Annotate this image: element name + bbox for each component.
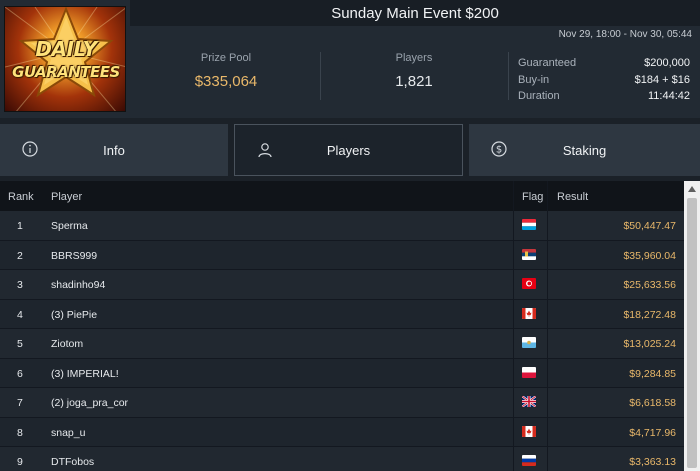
table-row[interactable]: 7 (2) joga_pra_cor $6,618.58 — [0, 388, 684, 418]
table-row[interactable]: 8 snap_u $4,717.96 — [0, 417, 684, 447]
divider — [320, 52, 321, 100]
rank-cell: 1 — [17, 220, 23, 232]
table-row[interactable]: 6 (3) IMPERIAL! $9,284.85 — [0, 358, 684, 388]
result-cell: $13,025.24 — [623, 338, 676, 350]
player-name-cell: Ziotom — [51, 338, 84, 350]
result-cell: $6,618.58 — [629, 397, 676, 409]
table-row[interactable]: 9 DTFobos $3,363.13 — [0, 447, 684, 471]
player-name-cell: (3) PiePie — [51, 308, 98, 321]
table-row[interactable]: 5 Ziotom $13,025.24 — [0, 329, 684, 359]
tournament-header: DAILY GUARANTEES Sunday Main Event $200 … — [0, 0, 700, 118]
poland-flag-icon — [522, 366, 536, 378]
players-table: Rank Player Flag Result 1 Sperma $50,447.4… — [0, 181, 700, 471]
rank-cell: 4 — [17, 308, 23, 321]
russia-flag-icon — [522, 455, 536, 466]
header-result: Result — [557, 191, 589, 203]
table-row[interactable]: 4 (3) PiePie $18,272.48 — [0, 299, 684, 329]
dollar-icon: $ — [491, 141, 507, 157]
player-name-cell: snap_u — [51, 426, 86, 439]
canada-flag-icon — [522, 425, 536, 437]
result-cell: $9,284.85 — [629, 367, 676, 380]
daily-guarantees-logo: DAILY GUARANTEES — [4, 6, 126, 112]
rank-cell: 6 — [17, 367, 23, 380]
player-name-cell: BBRS999 — [51, 249, 98, 262]
result-cell: $25,633.56 — [623, 279, 676, 291]
players-value: 1,821 — [395, 73, 433, 90]
column-divider — [513, 181, 514, 471]
rank-cell: 2 — [17, 249, 23, 262]
player-name-cell: Sperma — [51, 220, 88, 232]
column-divider — [547, 181, 548, 471]
result-cell: $3,363.13 — [629, 456, 676, 468]
table-row[interactable]: 1 Sperma $50,447.47 — [0, 211, 684, 241]
title-bar: Sunday Main Event $200 — [130, 0, 700, 26]
table-header: Rank Player Flag Result — [0, 181, 684, 211]
duration-value: 11:44:42 — [647, 90, 690, 102]
rank-cell: 8 — [17, 426, 23, 439]
prize-pool-stat: Prize Pool $335,064 — [136, 52, 316, 90]
guaranteed-label: Guaranteed — [518, 57, 577, 69]
vertical-scrollbar[interactable] — [684, 181, 700, 471]
duration-row: Duration 11:44:42 — [518, 90, 690, 107]
players-label: Players — [395, 52, 433, 64]
result-cell: $18,272.48 — [623, 308, 676, 321]
result-cell: $50,447.47 — [623, 220, 676, 232]
info-icon — [22, 141, 38, 157]
tab-bar: Info Players $ Staking — [0, 124, 700, 176]
tab-info-label: Info — [103, 142, 125, 158]
rank-cell: 3 — [17, 279, 23, 291]
scroll-up-arrow-icon[interactable] — [684, 181, 700, 197]
date-range: Nov 29, 18:00 - Nov 30, 05:44 — [558, 29, 692, 40]
tab-players-label: Players — [326, 142, 371, 158]
result-cell: $35,960.04 — [623, 249, 676, 262]
luxembourg-flag-icon — [522, 219, 536, 230]
player-name-cell: (3) IMPERIAL! — [51, 367, 119, 380]
serbia-flag-icon — [522, 248, 536, 260]
tunisia-flag-icon — [522, 278, 536, 289]
page-title: Sunday Main Event $200 — [331, 5, 499, 22]
rank-cell: 9 — [17, 456, 23, 468]
buyin-row: Buy-in $184 + $16 — [518, 74, 690, 91]
tab-staking-label: Staking — [562, 142, 607, 158]
uk-flag-icon — [522, 396, 536, 407]
table-row[interactable]: 2 BBRS999 $35,960.04 — [0, 240, 684, 270]
rank-cell: 7 — [17, 397, 23, 409]
table-row[interactable]: 3 shadinho94 $25,633.56 — [0, 270, 684, 300]
result-cell: $4,717.96 — [629, 426, 676, 439]
header-rank: Rank — [8, 191, 34, 203]
players-stat: Players 1,821 — [324, 52, 504, 90]
buyin-value: $184 + $16 — [634, 73, 690, 86]
player-name-cell: (2) joga_pra_cor — [51, 397, 129, 409]
canada-flag-icon — [522, 307, 536, 319]
guaranteed-value: $200,000 — [644, 57, 690, 69]
logo-text-guarantees: GUARANTEES — [12, 63, 120, 81]
player-name-cell: DTFobos — [51, 456, 95, 468]
player-name-cell: shadinho94 — [51, 279, 106, 291]
tab-info[interactable]: Info — [0, 124, 228, 176]
san-marino-flag-icon — [522, 337, 536, 348]
divider — [508, 52, 509, 100]
prize-pool-label: Prize Pool — [200, 52, 252, 64]
tab-players[interactable]: Players — [234, 124, 463, 176]
scrollbar-thumb[interactable] — [687, 198, 697, 468]
svg-text:$: $ — [496, 145, 502, 156]
user-icon — [258, 143, 272, 158]
rank-cell: 5 — [17, 338, 23, 350]
tournament-details: Guaranteed $200,000 Buy-in $184 + $16 Du… — [518, 57, 690, 107]
duration-label: Duration — [518, 90, 560, 102]
logo-text-daily: DAILY — [35, 37, 97, 61]
header-flag: Flag — [522, 191, 544, 203]
header-player: Player — [51, 191, 83, 203]
buyin-label: Buy-in — [518, 73, 550, 86]
prize-pool-value: $335,064 — [194, 73, 258, 90]
tab-staking[interactable]: $ Staking — [469, 124, 700, 176]
guaranteed-row: Guaranteed $200,000 — [518, 57, 690, 74]
